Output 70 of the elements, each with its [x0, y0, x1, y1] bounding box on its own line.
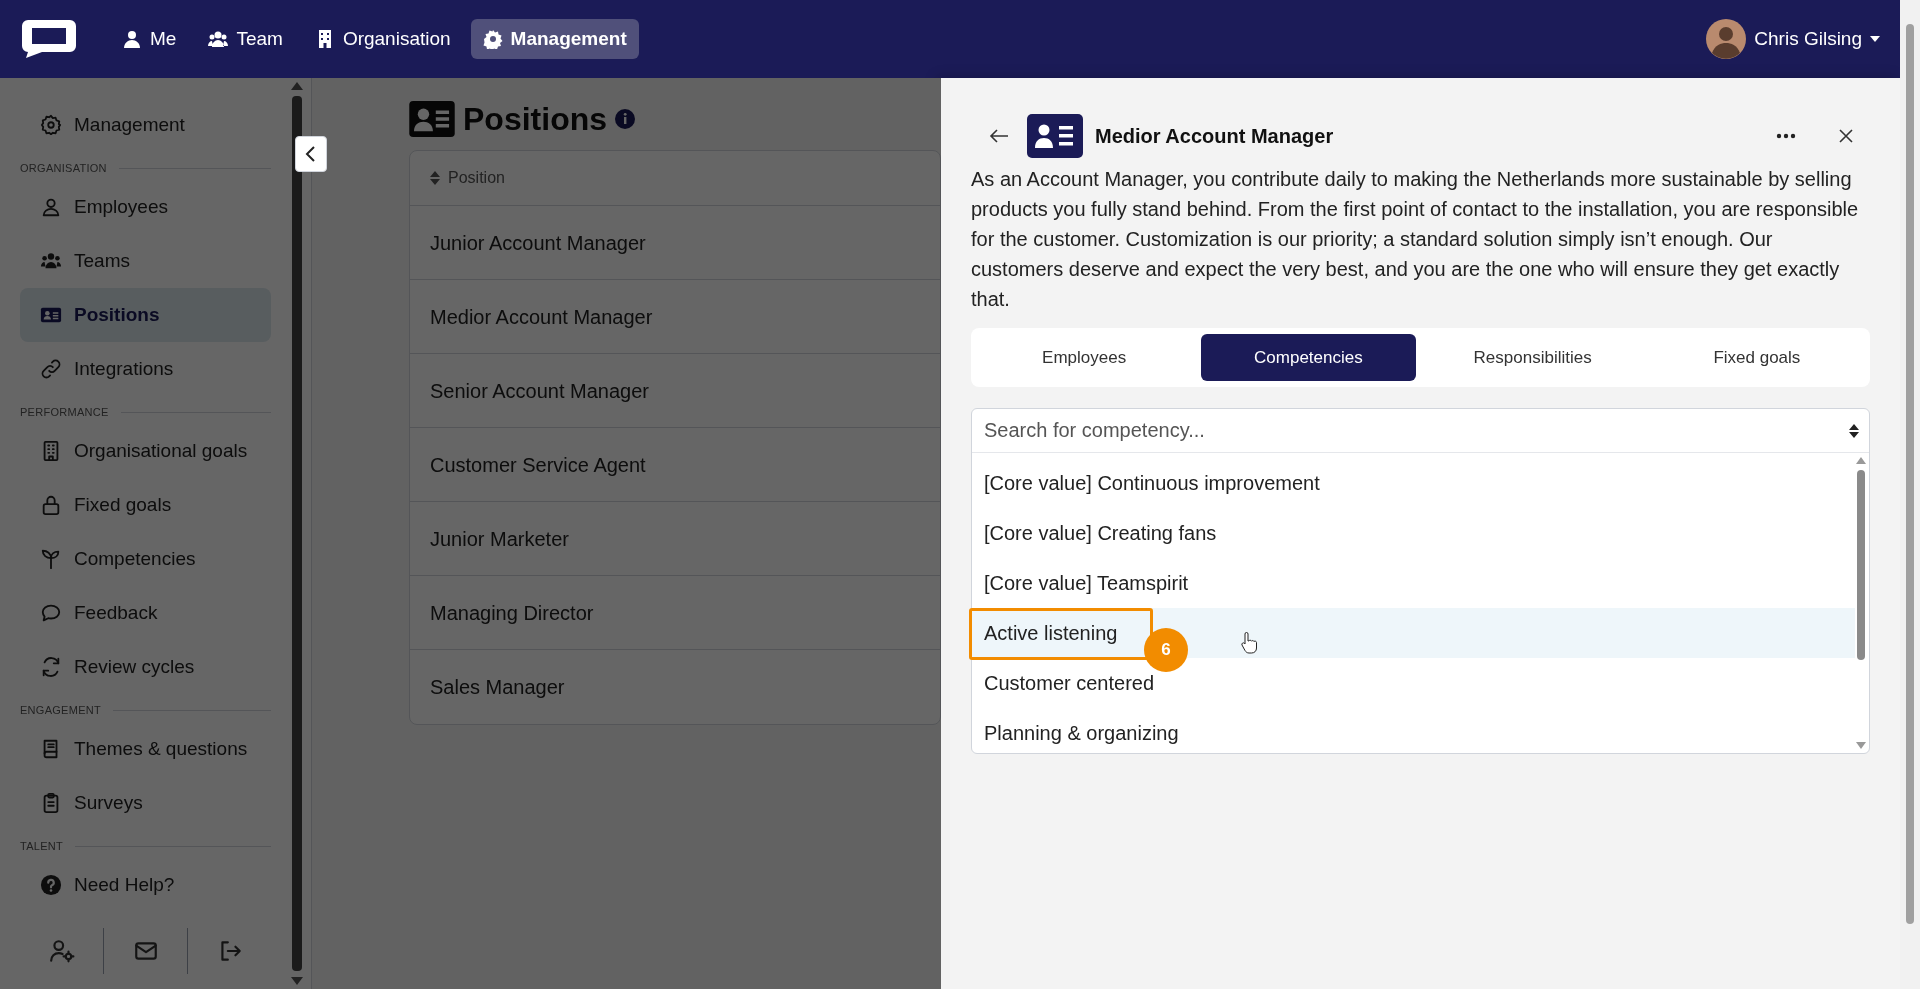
sidebar-item[interactable]: Surveys: [20, 776, 271, 830]
person-icon: [122, 29, 142, 49]
sprout-icon: [40, 548, 62, 570]
nav-tab[interactable]: Team: [196, 19, 295, 59]
sidebar-item[interactable]: Integrations: [20, 342, 271, 396]
sidebar-item[interactable]: Positions: [20, 288, 271, 342]
more-icon: [1776, 133, 1796, 139]
column-header[interactable]: Position: [448, 166, 505, 190]
speech-bubble-icon: [40, 602, 62, 624]
page-title: Positions: [463, 100, 607, 139]
panel-title: Medior Account Manager: [1095, 124, 1335, 149]
hand-cursor-icon: [1240, 632, 1258, 654]
logo-icon: [20, 18, 78, 60]
user-settings-icon: [48, 938, 75, 964]
sidebar-item[interactable]: Employees: [20, 180, 271, 234]
dropdown-option[interactable]: [Core value] Creating fans: [972, 508, 1855, 558]
tab[interactable]: Fixed goals: [1649, 334, 1864, 381]
table-cell[interactable]: Medior Account Manager: [410, 280, 940, 354]
avatar-icon: [1706, 19, 1747, 59]
user-menu[interactable]: Chris Gilsing: [1706, 19, 1880, 59]
nav-tab[interactable]: Organisation: [302, 19, 463, 59]
sidebar-item[interactable]: Review cycles: [20, 640, 271, 694]
sort-icon: [1849, 423, 1859, 438]
tab[interactable]: Competencies: [1201, 334, 1416, 381]
sidebar-scrollbar[interactable]: [291, 82, 303, 985]
person-icon: [40, 196, 62, 218]
section-heading: TALENT: [20, 838, 63, 854]
sidebar-item[interactable]: Fixed goals: [20, 478, 271, 532]
caret-icon: [1870, 36, 1880, 42]
nav-tab[interactable]: Management: [470, 19, 639, 59]
section-heading: PERFORMANCE: [20, 404, 109, 420]
tab[interactable]: Employees: [977, 334, 1192, 381]
close-icon: [1838, 128, 1854, 144]
refresh-icon: [40, 656, 62, 678]
sort-icon: [430, 171, 440, 185]
dropdown-option[interactable]: [Core value] Teamspirit: [972, 558, 1855, 608]
sidebar-item[interactable]: Competencies: [20, 532, 271, 586]
table-cell[interactable]: Customer Service Agent: [410, 428, 940, 502]
id-card-icon: [1027, 114, 1083, 158]
collapse-button[interactable]: [295, 136, 327, 172]
section-heading: ORGANISATION: [20, 160, 107, 176]
arrow-left-icon: [989, 128, 1009, 144]
table-cell[interactable]: Junior Account Manager: [410, 206, 940, 280]
position-description: As an Account Manager, you contribute daily to making the Netherlands more sustainable by selling products you fully stand behind. From the first point of contact to the installation, you are responsible for the customer. Customization is our priority; a standard solution simply isn’t enough. Our customers deserve and expect the very best, and you are the one who will ensure they get exactly that.: [971, 167, 1860, 312]
info-icon: [615, 109, 635, 129]
gear-icon: [482, 29, 503, 49]
help-icon: [40, 874, 62, 896]
search-field[interactable]: Search for competency...: [984, 409, 1849, 452]
table-cell[interactable]: Junior Marketer: [410, 502, 940, 576]
table-cell[interactable]: Senior Account Manager: [410, 354, 940, 428]
tab[interactable]: Responsibilities: [1425, 334, 1640, 381]
sidebar-item[interactable]: Organisational goals: [20, 424, 271, 478]
sidebar-item[interactable]: Management: [20, 98, 271, 152]
section-heading: ENGAGEMENT: [20, 702, 101, 718]
page-scrollbar[interactable]: [1900, 0, 1920, 989]
gear-icon: [40, 114, 62, 136]
sidebar-item[interactable]: Need Help?: [20, 858, 271, 912]
people-icon: [208, 29, 229, 49]
sidebar-item[interactable]: Teams: [20, 234, 271, 288]
sidebar-item[interactable]: Themes & questions: [20, 722, 271, 776]
sidebar-item[interactable]: Feedback: [20, 586, 271, 640]
chevron-left-icon: [304, 144, 318, 164]
table-cell[interactable]: Sales Manager: [410, 650, 940, 724]
dropdown-option[interactable]: [Core value] Continuous improvement: [972, 458, 1855, 508]
id-card-icon: [409, 101, 455, 137]
lock-icon: [40, 494, 62, 516]
table-cell[interactable]: Managing Director: [410, 576, 940, 650]
nav-tab[interactable]: Me: [110, 19, 189, 59]
link-icon: [40, 358, 62, 380]
dropdown-option[interactable]: Planning & organizing: [972, 708, 1855, 758]
